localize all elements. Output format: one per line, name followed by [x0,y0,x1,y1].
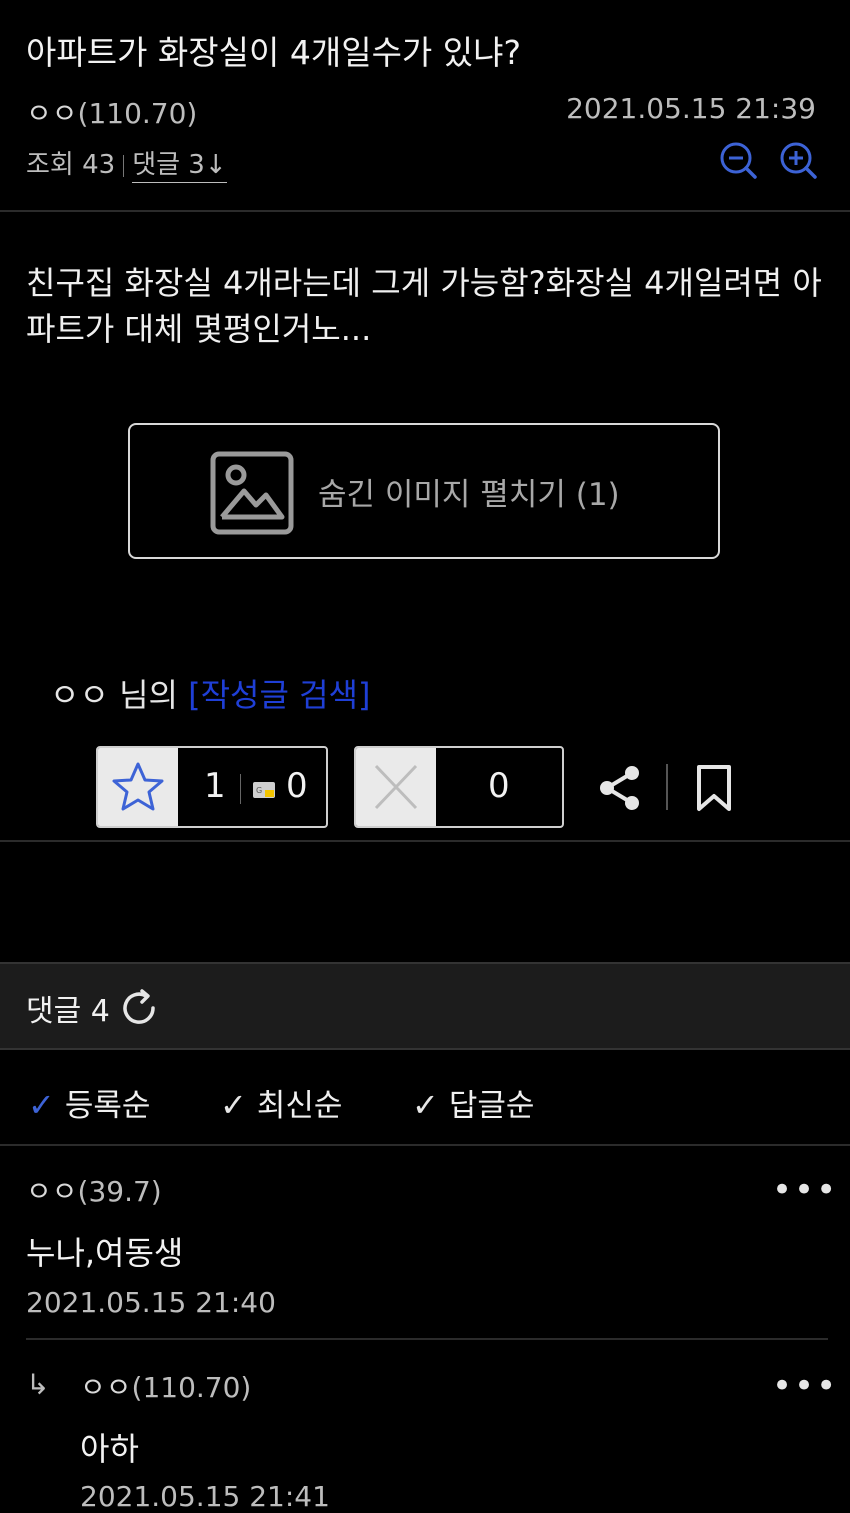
sort-registered[interactable]: ✓ 등록순 [28,1080,150,1125]
header-divider [0,210,850,212]
refresh-icon[interactable] [120,988,160,1028]
comment-author[interactable]: ㅇㅇ(39.7) [26,1170,162,1210]
close-icon [374,764,418,810]
gold-count: 0 [286,766,308,806]
share-icon[interactable] [596,764,644,812]
check-icon: ✓ [412,1086,439,1124]
comment-divider [26,1338,828,1340]
star-icon [112,762,164,811]
downvote-button[interactable] [356,748,436,826]
upvote-button[interactable] [98,748,178,826]
comment-datetime: 2021.05.15 21:41 [80,1480,330,1513]
check-icon: ✓ [220,1086,247,1124]
image-icon [210,451,294,535]
sort-label: 답글순 [448,1088,535,1124]
comment-datetime: 2021.05.15 21:40 [26,1286,276,1319]
comment-author-ip: (110.70) [131,1371,252,1404]
divider [123,154,125,177]
more-options-icon[interactable]: ••• [772,1170,838,1210]
sort-latest[interactable]: ✓ 최신순 [220,1080,342,1125]
gold-badge-icon: G [253,782,275,798]
zoom-in-icon[interactable] [778,140,818,180]
sort-replies[interactable]: ✓ 답글순 [412,1080,534,1125]
post-stats: 조회 43 댓글 3↓ [26,144,227,183]
post-datetime: 2021.05.15 21:39 [566,92,816,125]
bookmark-icon[interactable] [696,764,732,812]
hidden-image-toggle[interactable]: 숨긴 이미지 펼치기 (1) [128,423,720,559]
post-author[interactable]: ㅇㅇ(110.70) [26,92,197,132]
zoom-out-icon[interactable] [718,140,758,180]
author-name: ㅇㅇ [26,97,78,130]
comment-author-name: ㅇㅇ [26,1175,78,1208]
upvote-box[interactable]: 1 G 0 [96,746,328,828]
downvote-box[interactable]: 0 [354,746,564,828]
comment-text: 누나,여동생 [26,1234,184,1272]
divider [240,774,241,804]
comment-author-name: ㅇㅇ [80,1371,132,1404]
more-options-icon[interactable]: ••• [772,1366,838,1406]
comment-author-ip: (39.7) [77,1175,162,1208]
author-ip: (110.70) [77,97,198,130]
hidden-image-label: 숨긴 이미지 펼치기 (1) [318,477,620,513]
comment-jump-link[interactable]: 댓글 3↓ [132,150,227,183]
author-search: ㅇㅇ 님의 [작성글 검색] [50,670,370,716]
svg-text:G: G [256,786,262,795]
divider [666,764,668,810]
post-title: 아파트가 화장실이 4개일수가 있냐? [26,33,522,72]
sort-label: 등록순 [64,1088,151,1124]
upvote-count: 1 [204,766,226,806]
sort-label: 최신순 [256,1088,343,1124]
post-body: 친구집 화장실 4개라는데 그게 가능함?화장실 4개일려면 아파트가 대체 몇… [26,264,822,348]
author-posts-search-link[interactable]: [작성글 검색] [188,676,370,714]
comment-count: 댓글 4 [26,994,110,1029]
sort-divider [0,1144,850,1146]
comments-header: 댓글 4 [0,962,850,1050]
search-author-name: ㅇㅇ [50,676,109,714]
check-icon: ✓ [28,1086,55,1124]
view-count: 조회 43 [26,150,116,180]
vote-divider [0,840,850,842]
search-author-suffix: 님의 [108,676,189,714]
comment-author[interactable]: ㅇㅇ(110.70) [80,1366,251,1406]
downvote-count: 0 [488,766,510,806]
comment-text: 아하 [80,1430,139,1468]
reply-arrow-icon: ↳ [26,1368,50,1401]
